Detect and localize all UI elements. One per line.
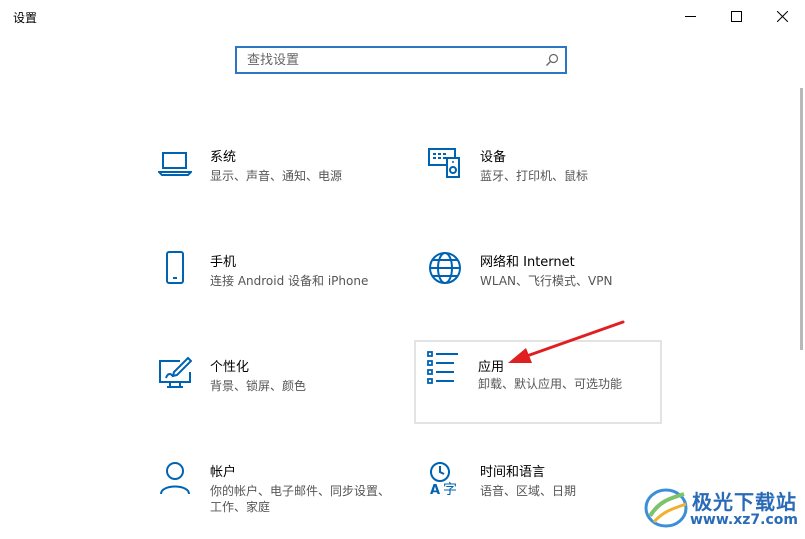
category-title: 系统 (210, 150, 237, 165)
red-arrow-icon (508, 320, 625, 363)
category-subtitle: 你的帐户、电子邮件、同步设置、工作、家庭 (210, 484, 391, 514)
category-subtitle: 语音、区域、日期 (480, 484, 577, 498)
category-subtitle: 卸载、默认应用、可选功能 (478, 377, 623, 391)
close-button[interactable] (759, 0, 805, 32)
close-icon (776, 10, 788, 22)
category-time-language[interactable]: A 字 时间和语言 语音、区域、日期 (418, 455, 666, 539)
phone-icon (166, 251, 184, 284)
category-accounts[interactable]: 帐户 你的帐户、电子邮件、同步设置、工作、家庭 (148, 455, 396, 539)
scrollbar[interactable] (800, 88, 803, 350)
minimize-button[interactable] (667, 0, 713, 32)
search-box[interactable] (235, 46, 567, 74)
category-subtitle: 显示、声音、通知、电源 (210, 169, 343, 183)
category-phone[interactable]: 手机 连接 Android 设备和 iPhone (148, 245, 396, 329)
category-subtitle: 蓝牙、打印机、鼠标 (480, 169, 589, 183)
personalization-icon (159, 356, 192, 388)
search-input[interactable] (237, 48, 547, 72)
category-title: 设备 (480, 150, 507, 165)
apps-list-icon (427, 351, 458, 384)
devices-icon (428, 148, 460, 178)
person-icon (160, 462, 190, 495)
time-language-icon: A 字 (430, 462, 457, 495)
category-system[interactable]: 系统 显示、声音、通知、电源 (148, 140, 396, 224)
minimize-icon (684, 15, 696, 17)
globe-icon (429, 252, 461, 284)
svg-text:字: 字 (443, 482, 457, 495)
category-title: 个性化 (210, 360, 250, 375)
laptop-icon (158, 152, 192, 176)
maximize-button[interactable] (713, 0, 759, 32)
svg-text:A: A (430, 483, 440, 495)
category-title: 时间和语言 (480, 465, 546, 480)
category-subtitle: 背景、锁屏、颜色 (210, 379, 307, 393)
category-title: 手机 (210, 255, 237, 270)
window-title: 设置 (13, 11, 38, 25)
category-subtitle: WLAN、飞行模式、VPN (480, 274, 613, 288)
category-subtitle: 连接 Android 设备和 iPhone (210, 274, 369, 288)
category-title: 帐户 (210, 465, 237, 480)
category-devices[interactable]: 设备 蓝牙、打印机、鼠标 (418, 140, 666, 224)
category-network[interactable]: 网络和 Internet WLAN、飞行模式、VPN (418, 245, 666, 329)
maximize-icon (730, 10, 742, 22)
watermark-text: 极光下载站 (692, 490, 797, 514)
title-bar: 设置 (0, 0, 805, 32)
category-personalization[interactable]: 个性化 背景、锁屏、颜色 (148, 350, 396, 434)
category-title: 网络和 Internet (480, 255, 575, 270)
search-icon[interactable] (545, 53, 559, 67)
watermark-url: www.xz7.com (690, 512, 798, 528)
